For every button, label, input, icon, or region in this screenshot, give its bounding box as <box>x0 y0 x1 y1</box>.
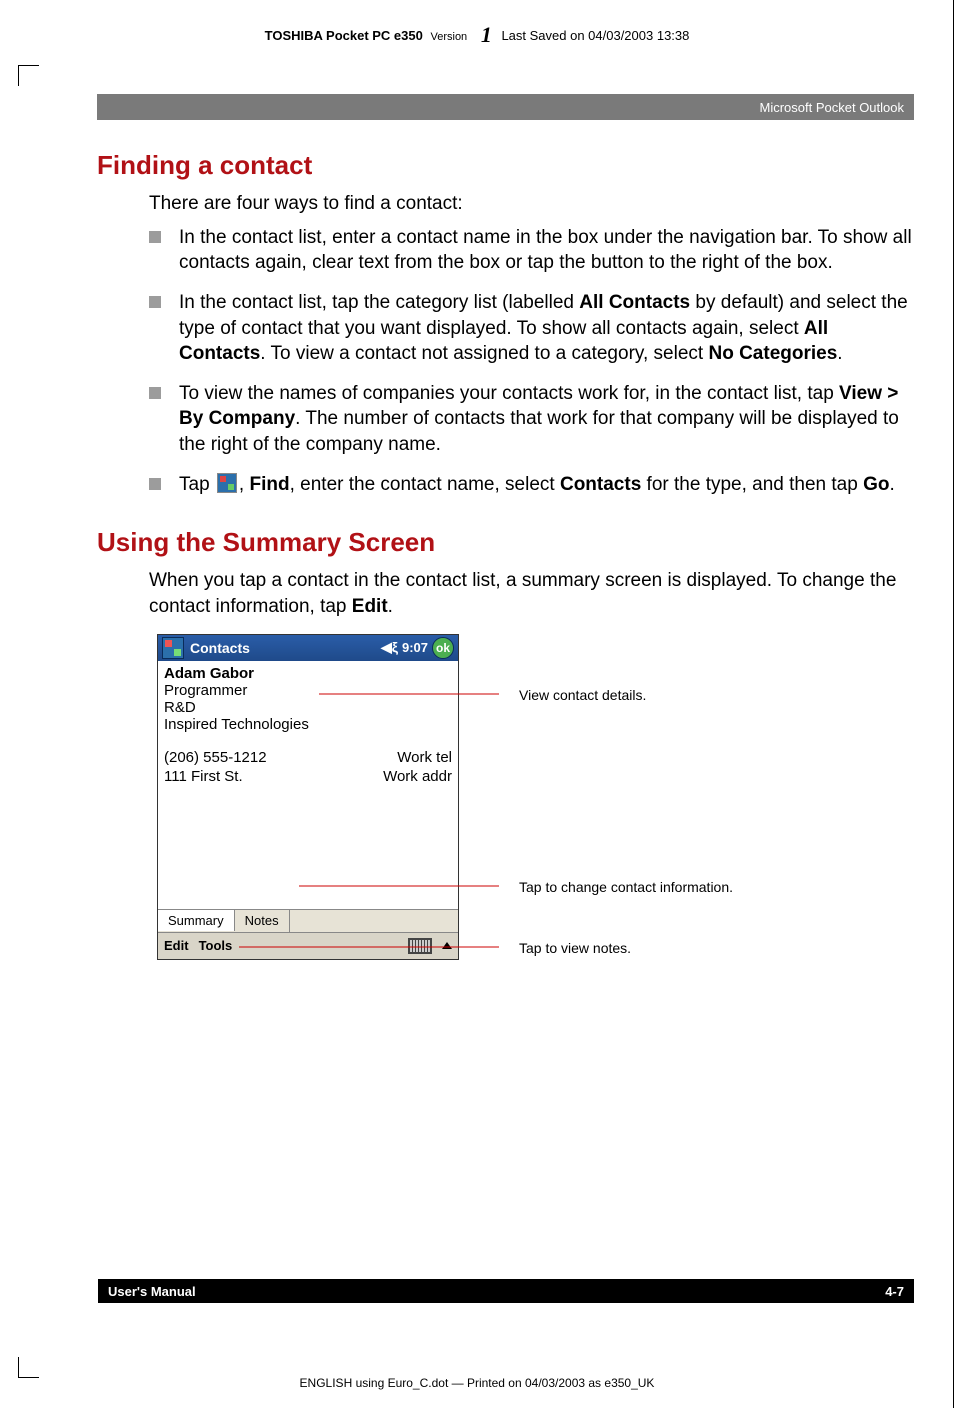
menu-tools[interactable]: Tools <box>199 938 233 953</box>
contact-addr-row: 111 First St. Work addr <box>164 768 452 785</box>
clock: 9:07 <box>402 640 428 655</box>
keyboard-icon[interactable] <box>408 938 432 954</box>
print-info-line: ENGLISH using Euro_C.dot — Printed on 04… <box>0 1376 954 1390</box>
ppc-titlebar: Contacts ◀ξ 9:07 ok <box>158 635 458 661</box>
callout-view-notes: Tap to view notes. <box>519 940 631 956</box>
start-icon <box>217 473 237 493</box>
crop-mark-bottom-left <box>18 1357 39 1378</box>
start-icon[interactable] <box>162 637 184 659</box>
contact-addr: 111 First St. <box>164 768 243 785</box>
ppc-device-screen: Contacts ◀ξ 9:07 ok Adam Gabor Programme… <box>157 634 459 960</box>
ppc-screenshot-figure: Contacts ◀ξ 9:07 ok Adam Gabor Programme… <box>157 634 914 960</box>
chapter-bar: Microsoft Pocket Outlook <box>97 94 914 120</box>
ppc-menubar: Edit Tools <box>158 932 458 959</box>
page-header: TOSHIBA Pocket PC e350 Version 1 Last Sa… <box>40 22 914 48</box>
tab-notes[interactable]: Notes <box>235 910 290 932</box>
footer-bar: User's Manual 4-7 <box>98 1279 914 1303</box>
heading-using-summary-screen: Using the Summary Screen <box>97 527 914 558</box>
leader-lines <box>439 634 499 994</box>
ppc-body: Adam Gabor Programmer R&D Inspired Techn… <box>158 661 458 909</box>
callout-change-info: Tap to change contact information. <box>519 879 733 895</box>
finding-intro: There are four ways to find a contact: <box>149 191 914 217</box>
contact-phone: (206) 555-1212 <box>164 749 267 766</box>
speaker-icon[interactable]: ◀ξ <box>381 639 398 656</box>
contact-phone-row: (206) 555-1212 Work tel <box>164 749 452 766</box>
ppc-app-title: Contacts <box>190 640 250 656</box>
crop-mark-top-left <box>18 65 39 86</box>
last-saved: Last Saved on 04/03/2003 13:38 <box>501 28 689 43</box>
bullet-1-text: In the contact list, enter a contact nam… <box>179 227 912 274</box>
version-label: Version <box>430 31 467 43</box>
bullet-4: Tap , Find, enter the contact name, sele… <box>149 472 914 498</box>
summary-body: When you tap a contact in the contact li… <box>149 568 914 619</box>
callout-view-details: View contact details. <box>519 687 646 703</box>
bullet-2: In the contact list, tap the category li… <box>149 290 914 367</box>
ppc-tabs: Summary Notes <box>158 909 458 932</box>
contact-name: Adam Gabor <box>164 665 452 682</box>
tab-summary[interactable]: Summary <box>158 909 235 931</box>
contact-dept: R&D <box>164 699 452 716</box>
finding-bullet-list: In the contact list, enter a contact nam… <box>149 225 914 498</box>
contact-role: Programmer <box>164 682 452 699</box>
footer-page-number: 4-7 <box>885 1284 904 1299</box>
heading-finding-a-contact: Finding a contact <box>97 150 914 181</box>
product-name: TOSHIBA Pocket PC e350 <box>265 28 423 43</box>
contact-header-block: Adam Gabor Programmer R&D Inspired Techn… <box>164 665 452 733</box>
menu-edit[interactable]: Edit <box>164 938 189 953</box>
bullet-3: To view the names of companies your cont… <box>149 381 914 458</box>
version-number: 1 <box>481 22 492 48</box>
chapter-title: Microsoft Pocket Outlook <box>760 100 905 115</box>
contact-company: Inspired Technologies <box>164 716 452 733</box>
footer-left: User's Manual <box>108 1284 196 1299</box>
bullet-1: In the contact list, enter a contact nam… <box>149 225 914 276</box>
